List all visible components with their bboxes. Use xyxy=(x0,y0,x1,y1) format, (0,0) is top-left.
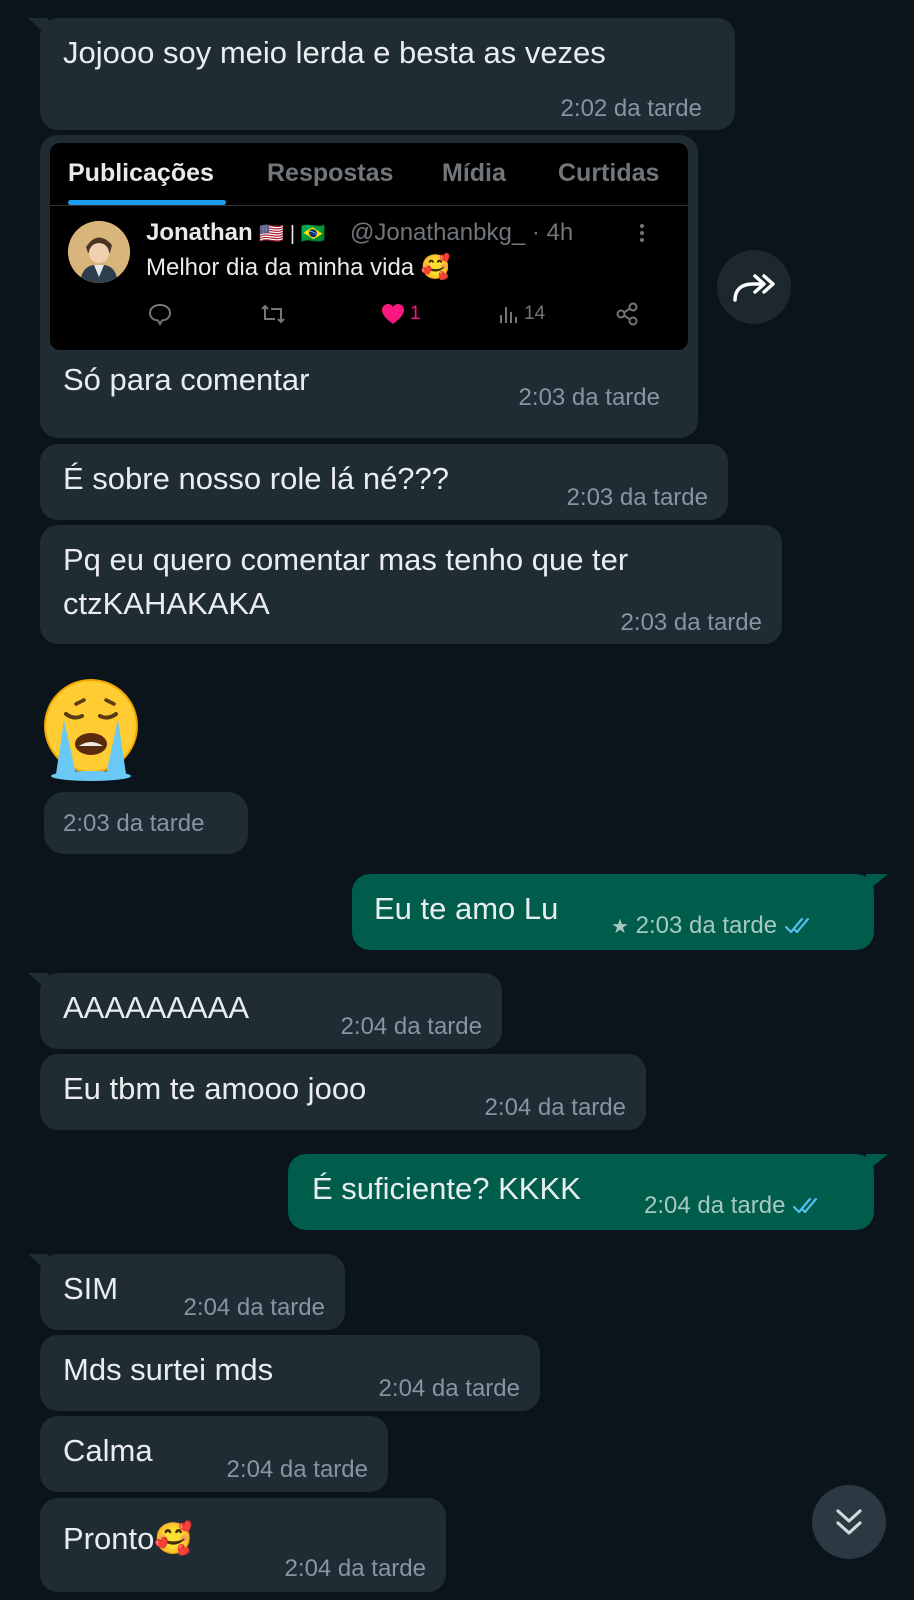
message-meta: ★ 2:03 da tarde xyxy=(611,912,818,940)
message-text: SIM xyxy=(63,1271,119,1306)
message-text: Calma xyxy=(63,1433,153,1468)
avatar xyxy=(68,221,130,283)
tab-curtidas[interactable]: Curtidas xyxy=(558,159,659,188)
tab-midia[interactable]: Mídia xyxy=(442,159,506,188)
message-time: 2:04 da tarde xyxy=(484,1094,626,1121)
bubble-tail xyxy=(28,18,48,36)
reply-icon[interactable] xyxy=(147,301,173,327)
message-time: 2:04 da tarde xyxy=(183,1294,325,1321)
message-bubble-outgoing[interactable]: É suficiente? KKKK 2:04 da tarde xyxy=(288,1154,888,1230)
message-bubble-incoming[interactable]: AAAAAAAAA 2:04 da tarde xyxy=(28,973,502,1049)
message-bubble-incoming[interactable]: Jojooo soy meio lerda e besta as vezes 2… xyxy=(28,18,735,130)
message-text: Eu te amo Lu xyxy=(374,891,559,926)
message-bubble-incoming[interactable]: Pq eu quero comentar mas tenho que ter c… xyxy=(40,525,782,644)
bubble-tail xyxy=(28,973,48,991)
message-time: 2:03 da tarde xyxy=(63,810,205,837)
message-text: Mds surtei mds xyxy=(63,1352,274,1387)
read-ticks-icon xyxy=(792,1192,826,1219)
views-value: 14 xyxy=(524,303,546,324)
scroll-to-bottom-button[interactable] xyxy=(812,1485,886,1559)
message-text: Jojooo soy meio lerda e besta as vezes xyxy=(63,35,606,70)
message-meta: 2:04 da tarde xyxy=(644,1192,826,1220)
more-icon[interactable] xyxy=(638,221,646,251)
message-time: 2:02 da tarde xyxy=(560,95,702,122)
message-time: 2:03 da tarde xyxy=(635,912,778,939)
active-tab-indicator xyxy=(68,200,226,205)
retweet-icon[interactable] xyxy=(258,301,288,327)
views-count[interactable]: 14 xyxy=(498,301,545,327)
profile-tabs: Publicações Respostas Mídia Curtidas xyxy=(50,143,688,206)
views-icon xyxy=(500,307,517,323)
message-time: 2:04 da tarde xyxy=(340,1013,482,1040)
message-bubble-tweet-share[interactable]: Publicações Respostas Mídia Curtidas Jon… xyxy=(40,135,698,438)
message-bubble-incoming[interactable]: É sobre nosso role lá né??? 2:03 da tard… xyxy=(40,444,728,520)
crying-face-emoji-icon[interactable] xyxy=(38,676,144,782)
message-text-line: ctzKAHAKAKA xyxy=(63,586,270,621)
message-bubble-outgoing[interactable]: Eu te amo Lu ★ 2:03 da tarde xyxy=(352,874,888,950)
author-flags: 🇺🇸 | 🇧🇷 xyxy=(259,223,326,245)
message-bubble-incoming[interactable]: Calma 2:04 da tarde xyxy=(40,1416,388,1492)
message-text: É sobre nosso role lá né??? xyxy=(63,461,450,496)
likes-value: 1 xyxy=(410,303,421,324)
message-text: Eu tbm te amooo jooo xyxy=(63,1071,367,1106)
bubble-tail xyxy=(866,874,888,892)
bubble-tail xyxy=(28,1254,48,1272)
message-time: 2:03 da tarde xyxy=(566,484,708,511)
message-bubble-incoming[interactable]: SIM 2:04 da tarde xyxy=(28,1254,345,1330)
message-time: 2:03 da tarde xyxy=(620,609,762,636)
star-icon: ★ xyxy=(611,916,629,938)
message-text-line: Pq eu quero comentar mas tenho que ter xyxy=(63,542,629,577)
message-time: 2:04 da tarde xyxy=(284,1555,426,1582)
like-count[interactable]: 1 xyxy=(380,301,421,327)
tweet-text: Melhor dia da minha vida 🥰 xyxy=(146,254,451,281)
heart-icon xyxy=(382,304,404,324)
message-text: Pronto🥰 xyxy=(63,1521,193,1556)
message-time: 2:04 da tarde xyxy=(378,1375,520,1402)
forward-icon xyxy=(733,274,775,302)
emoji-time-pill: 2:03 da tarde xyxy=(44,792,248,854)
message-time: 2:03 da tarde xyxy=(518,384,660,411)
tweet-handle-time: @Jonathanbkg_ · 4h xyxy=(350,219,574,246)
message-time: 2:04 da tarde xyxy=(644,1192,786,1219)
author-name-text: Jonathan xyxy=(146,219,253,246)
message-bubble-incoming[interactable]: Eu tbm te amooo jooo 2:04 da tarde xyxy=(40,1054,646,1130)
message-bubble-incoming[interactable]: Pronto🥰 2:04 da tarde xyxy=(40,1498,446,1592)
tab-respostas[interactable]: Respostas xyxy=(267,159,393,188)
share-icon[interactable] xyxy=(614,301,640,327)
forward-button[interactable] xyxy=(717,250,791,324)
message-time: 2:04 da tarde xyxy=(226,1456,368,1483)
message-text: É suficiente? KKKK xyxy=(312,1171,581,1206)
avatar-illustration xyxy=(68,221,130,283)
double-chevron-down-icon xyxy=(836,1509,862,1535)
read-ticks-icon xyxy=(784,912,818,939)
message-text: AAAAAAAAA xyxy=(63,990,250,1025)
tab-publicacoes[interactable]: Publicações xyxy=(68,159,214,188)
message-text: Só para comentar xyxy=(63,362,310,397)
tweet-author-name[interactable]: Jonathan 🇺🇸 | 🇧🇷 xyxy=(146,219,325,247)
message-bubble-incoming[interactable]: Mds surtei mds 2:04 da tarde xyxy=(40,1335,540,1411)
tweet-preview[interactable]: Publicações Respostas Mídia Curtidas Jon… xyxy=(50,143,688,350)
bubble-tail xyxy=(866,1154,888,1172)
